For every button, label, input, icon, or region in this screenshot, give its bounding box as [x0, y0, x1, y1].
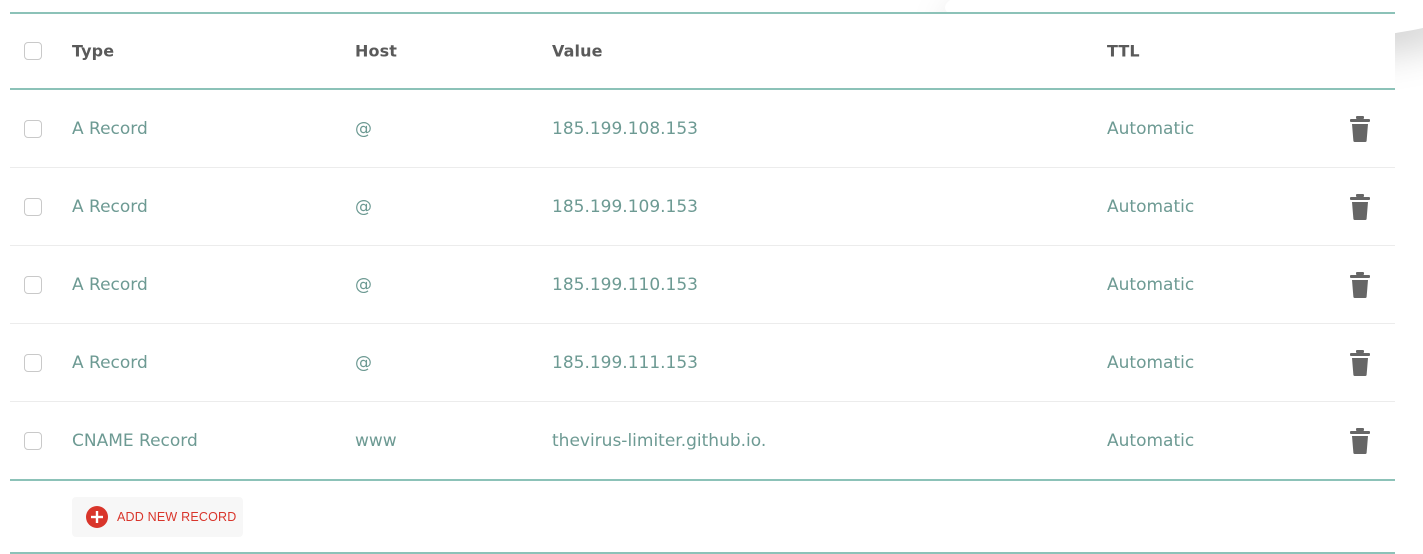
- trash-icon[interactable]: [1348, 349, 1372, 377]
- record-type[interactable]: A Record: [72, 353, 148, 373]
- record-type[interactable]: CNAME Record: [72, 431, 198, 451]
- trash-icon[interactable]: [1348, 427, 1372, 455]
- record-ttl[interactable]: Automatic: [1107, 275, 1194, 295]
- record-type[interactable]: A Record: [72, 119, 148, 139]
- row-checkbox[interactable]: [24, 275, 42, 294]
- record-value[interactable]: 185.199.111.153: [552, 353, 698, 373]
- table-row: A Record @ 185.199.109.153 Automatic: [10, 168, 1395, 246]
- row-checkbox[interactable]: [24, 119, 42, 138]
- plus-circle-icon: [86, 506, 108, 528]
- record-ttl[interactable]: Automatic: [1107, 431, 1194, 451]
- column-header-host[interactable]: Host: [355, 42, 397, 61]
- row-select-cell: [24, 197, 42, 216]
- row-checkbox[interactable]: [24, 197, 42, 216]
- record-value[interactable]: 185.199.109.153: [552, 197, 698, 217]
- row-select-cell: [24, 275, 42, 294]
- record-ttl[interactable]: Automatic: [1107, 353, 1194, 373]
- record-value[interactable]: 185.199.108.153: [552, 119, 698, 139]
- select-all-checkbox[interactable]: [24, 42, 42, 60]
- table-header: Type Host Value TTL: [10, 14, 1395, 88]
- record-host[interactable]: @: [355, 275, 372, 295]
- table-row: A Record @ 185.199.110.153 Automatic: [10, 246, 1395, 324]
- table-footer: ADD NEW RECORD: [10, 481, 1395, 552]
- record-host[interactable]: @: [355, 119, 372, 139]
- column-header-value[interactable]: Value: [552, 42, 603, 61]
- record-host[interactable]: @: [355, 197, 372, 217]
- record-host[interactable]: www: [355, 431, 397, 451]
- record-ttl[interactable]: Automatic: [1107, 197, 1194, 217]
- delete-record-button[interactable]: [1348, 193, 1372, 221]
- delete-record-button[interactable]: [1348, 115, 1372, 143]
- table-row: A Record @ 185.199.111.153 Automatic: [10, 324, 1395, 402]
- record-ttl[interactable]: Automatic: [1107, 119, 1194, 139]
- delete-record-button[interactable]: [1348, 427, 1372, 455]
- trash-icon[interactable]: [1348, 193, 1372, 221]
- column-header-type[interactable]: Type: [72, 42, 114, 61]
- table-row: CNAME Record www thevirus-limiter.github…: [10, 402, 1395, 479]
- record-host[interactable]: @: [355, 353, 372, 373]
- record-type[interactable]: A Record: [72, 275, 148, 295]
- delete-record-button[interactable]: [1348, 271, 1372, 299]
- record-value[interactable]: thevirus-limiter.github.io.: [552, 431, 766, 451]
- delete-record-button[interactable]: [1348, 349, 1372, 377]
- column-header-ttl[interactable]: TTL: [1107, 42, 1140, 61]
- row-checkbox[interactable]: [24, 431, 42, 450]
- add-new-record-button[interactable]: ADD NEW RECORD: [72, 497, 243, 537]
- row-checkbox[interactable]: [24, 353, 42, 372]
- record-type[interactable]: A Record: [72, 197, 148, 217]
- trash-icon[interactable]: [1348, 271, 1372, 299]
- trash-icon[interactable]: [1348, 115, 1372, 143]
- table-row: A Record @ 185.199.108.153 Automatic: [10, 90, 1395, 168]
- record-value[interactable]: 185.199.110.153: [552, 275, 698, 295]
- add-new-record-label: ADD NEW RECORD: [117, 510, 237, 524]
- row-select-cell: [24, 119, 42, 138]
- dns-records-table: Type Host Value TTL A Record @ 185.199.1…: [10, 12, 1395, 554]
- row-select-cell: [24, 353, 42, 372]
- row-select-cell: [24, 431, 42, 450]
- select-all-cell: [24, 42, 42, 60]
